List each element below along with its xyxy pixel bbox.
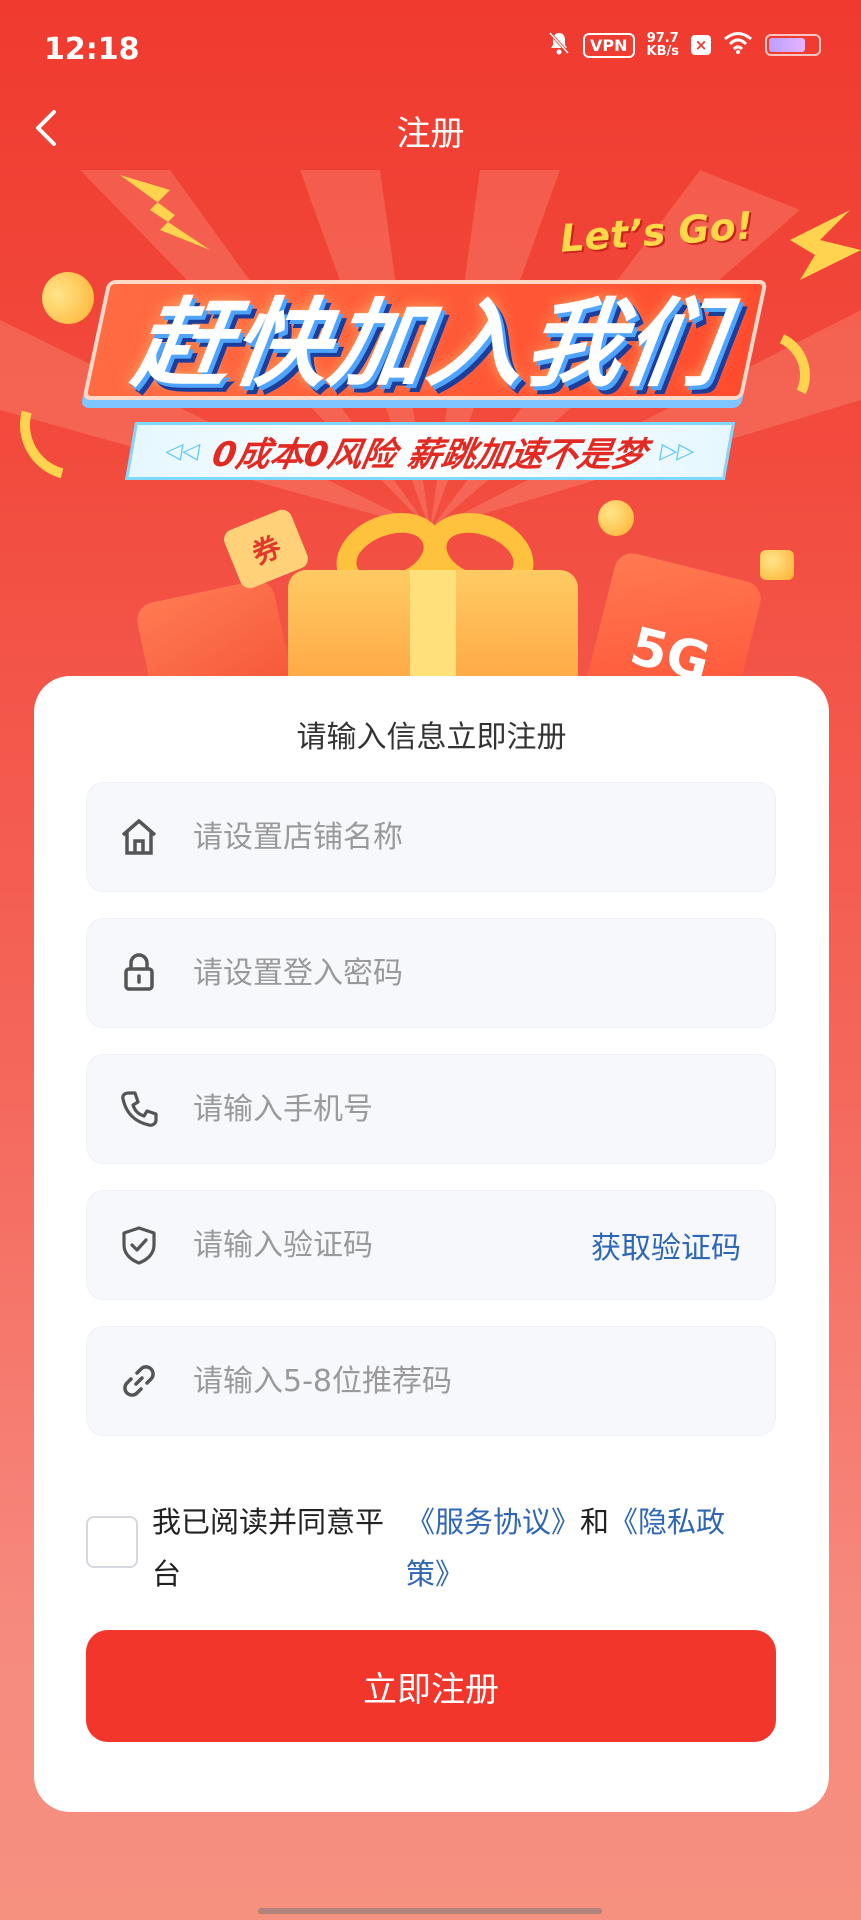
register-submit-button[interactable]: 立即注册 [86, 1630, 776, 1742]
mute-bell-icon [547, 30, 571, 60]
register-form-card: 请输入信息立即注册 获取验证码 我已阅读并同意平台 《 [34, 676, 829, 1812]
coin-icon [760, 550, 794, 580]
store-name-field[interactable] [86, 782, 776, 892]
lock-icon [117, 951, 177, 995]
get-code-button[interactable]: 获取验证码 [591, 1223, 741, 1267]
agreement-row: 我已阅读并同意平台 《服务协议》和《隐私政策》 [86, 1484, 776, 1594]
status-time: 12:18 [44, 32, 140, 67]
link-icon [117, 1359, 177, 1403]
agree-checkbox[interactable] [86, 1516, 138, 1568]
banner-subhead: ◁◁ 0成本0风险 薪跳加速不是梦 ▷▷ [124, 422, 736, 480]
phone-icon [117, 1087, 177, 1131]
lightning-icon [790, 210, 861, 280]
double-right-arrow-icon: ▷▷ [658, 438, 697, 464]
form-title: 请输入信息立即注册 [296, 720, 567, 755]
battery-level [769, 38, 805, 52]
home-indicator[interactable] [258, 1908, 602, 1914]
status-bar: 12:18 VPN 97.7 KB/s × [0, 0, 861, 100]
store-icon [117, 815, 177, 859]
double-left-arrow-icon: ◁◁ [163, 438, 202, 464]
store-name-input[interactable] [193, 819, 775, 855]
agreement-and: 和 [580, 1505, 610, 1539]
no-sim-icon: × [691, 35, 711, 55]
verification-code-input[interactable] [193, 1227, 591, 1263]
banner-subhead-text: 0成本0风险 薪跳加速不是梦 [209, 434, 650, 475]
wifi-icon [723, 31, 753, 59]
status-icons: VPN 97.7 KB/s × [547, 30, 821, 60]
agreement-text: 我已阅读并同意平台 [152, 1505, 385, 1591]
network-speed-unit: KB/s [646, 44, 679, 59]
referral-code-field[interactable] [86, 1326, 776, 1436]
referral-code-input[interactable] [193, 1363, 775, 1399]
shield-check-icon [117, 1223, 177, 1267]
vpn-badge: VPN [583, 32, 635, 58]
network-speed: 97.7 KB/s [647, 32, 679, 58]
password-input[interactable] [193, 955, 775, 991]
battery-icon [765, 34, 821, 56]
service-agreement-link[interactable]: 《服务协议》 [406, 1505, 580, 1539]
gift-ribbon [410, 570, 456, 690]
phone-input[interactable] [193, 1091, 775, 1127]
banner-headline: 赶快加入我们 [126, 287, 731, 400]
password-field[interactable] [86, 918, 776, 1028]
page-title: 注册 [396, 114, 465, 154]
phone-field[interactable] [86, 1054, 776, 1164]
agreement-links: 《服务协议》和《隐私政策》 [406, 1496, 746, 1600]
coin-icon [598, 500, 634, 536]
promo-banner: Let’s Go! 赶快加入我们 ◁◁ 0成本0风险 薪跳加速不是梦 ▷▷ 券 … [0, 170, 861, 690]
coupon-label: 券 [247, 529, 286, 571]
verification-code-field[interactable]: 获取验证码 [86, 1190, 776, 1300]
